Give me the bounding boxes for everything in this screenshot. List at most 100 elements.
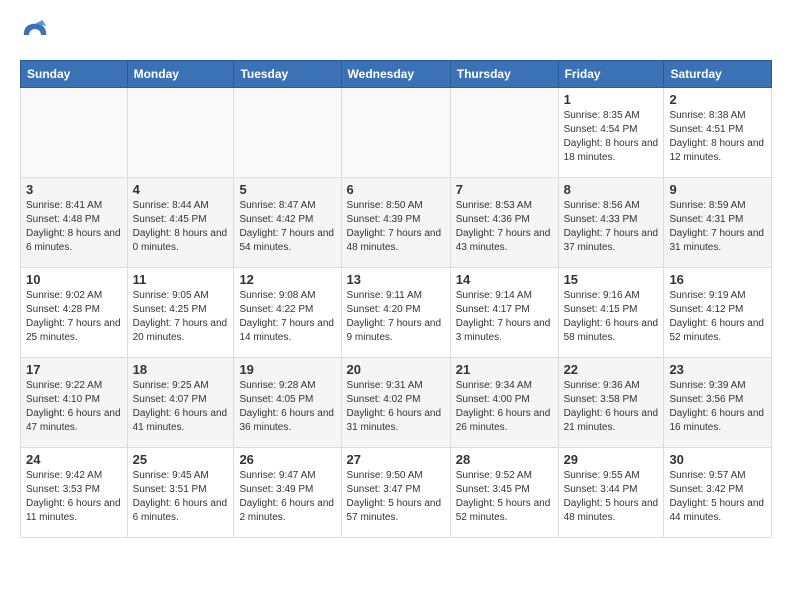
day-number: 17 <box>26 362 122 377</box>
calendar-cell: 20 Sunrise: 9:31 AMSunset: 4:02 PMDayligh… <box>341 358 450 448</box>
day-info: Sunrise: 9:22 AMSunset: 4:10 PMDaylight:… <box>26 379 122 435</box>
day-number: 5 <box>239 182 335 197</box>
day-number: 22 <box>564 362 659 377</box>
calendar-cell: 19 Sunrise: 9:28 AMSunset: 4:05 PMDayligh… <box>234 358 341 448</box>
calendar-cell: 27 Sunrise: 9:50 AMSunset: 3:47 PMDayligh… <box>341 448 450 538</box>
calendar-cell: 18Sunrise: 9:25 AMSunset: 4:07 PMDayligh… <box>127 358 234 448</box>
day-info: Sunrise: 9:02 AMSunset: 4:28 PMDaylight:… <box>26 289 122 345</box>
day-info: Sunrise: 9:45 AMSunset: 3:51 PMDaylight:… <box>133 469 229 525</box>
day-info: Sunrise: 9:57 AMSunset: 3:42 PMDaylight:… <box>669 469 766 525</box>
calendar-cell: 23 Sunrise: 9:39 AMSunset: 3:56 PMDayligh… <box>664 358 772 448</box>
day-info: Sunrise: 9:28 AMSunset: 4:05 PMDaylight:… <box>239 379 335 435</box>
calendar-cell <box>234 88 341 178</box>
day-info: Sunrise: 9:39 AMSunset: 3:56 PMDaylight:… <box>669 379 766 435</box>
day-number: 13 <box>347 272 445 287</box>
day-info: Sunrise: 9:34 AMSunset: 4:00 PMDaylight:… <box>456 379 553 435</box>
day-number: 25 <box>133 452 229 467</box>
day-number: 27 <box>347 452 445 467</box>
day-number: 7 <box>456 182 553 197</box>
calendar-cell: 1 Sunrise: 8:35 AMSunset: 4:54 PMDaylight… <box>558 88 664 178</box>
day-number: 24 <box>26 452 122 467</box>
calendar-cell: 24 Sunrise: 9:42 AMSunset: 3:53 PMDayligh… <box>21 448 128 538</box>
day-info: Sunrise: 9:42 AMSunset: 3:53 PMDaylight:… <box>26 469 122 525</box>
day-number: 12 <box>239 272 335 287</box>
calendar-cell: 13 Sunrise: 9:11 AMSunset: 4:20 PMDayligh… <box>341 268 450 358</box>
day-number: 28 <box>456 452 553 467</box>
calendar-cell: 17 Sunrise: 9:22 AMSunset: 4:10 PMDayligh… <box>21 358 128 448</box>
weekday-header: Thursday <box>450 61 558 88</box>
calendar-cell: 21 Sunrise: 9:34 AMSunset: 4:00 PMDayligh… <box>450 358 558 448</box>
day-number: 11 <box>133 272 229 287</box>
day-info: Sunrise: 9:14 AMSunset: 4:17 PMDaylight:… <box>456 289 553 345</box>
day-info: Sunrise: 9:11 AMSunset: 4:20 PMDaylight:… <box>347 289 445 345</box>
day-number: 18 <box>133 362 229 377</box>
calendar-cell: 22 Sunrise: 9:36 AMSunset: 3:58 PMDayligh… <box>558 358 664 448</box>
day-number: 6 <box>347 182 445 197</box>
calendar-cell: 8 Sunrise: 8:56 AMSunset: 4:33 PMDaylight… <box>558 178 664 268</box>
calendar-cell: 2Sunrise: 8:38 AMSunset: 4:51 PMDaylight… <box>664 88 772 178</box>
calendar-cell: 29 Sunrise: 9:55 AMSunset: 3:44 PMDayligh… <box>558 448 664 538</box>
day-info: Sunrise: 9:55 AMSunset: 3:44 PMDaylight:… <box>564 469 659 525</box>
calendar-week-row: 3 Sunrise: 8:41 AMSunset: 4:48 PMDaylight… <box>21 178 772 268</box>
page-header <box>20 20 772 50</box>
day-info: Sunrise: 8:41 AMSunset: 4:48 PMDaylight:… <box>26 199 122 255</box>
day-number: 9 <box>669 182 766 197</box>
day-number: 1 <box>564 92 659 107</box>
day-number: 16 <box>669 272 766 287</box>
day-info: Sunrise: 8:35 AMSunset: 4:54 PMDaylight:… <box>564 109 659 165</box>
day-info: Sunrise: 8:56 AMSunset: 4:33 PMDaylight:… <box>564 199 659 255</box>
day-number: 8 <box>564 182 659 197</box>
calendar-cell <box>450 88 558 178</box>
calendar-cell: 26 Sunrise: 9:47 AMSunset: 3:49 PMDayligh… <box>234 448 341 538</box>
day-number: 29 <box>564 452 659 467</box>
calendar-cell: 12Sunrise: 9:08 AMSunset: 4:22 PMDayligh… <box>234 268 341 358</box>
day-number: 3 <box>26 182 122 197</box>
calendar-table: SundayMondayTuesdayWednesdayThursdayFrid… <box>20 60 772 538</box>
day-number: 2 <box>669 92 766 107</box>
calendar-week-row: 1 Sunrise: 8:35 AMSunset: 4:54 PMDaylight… <box>21 88 772 178</box>
day-number: 15 <box>564 272 659 287</box>
weekday-header: Sunday <box>21 61 128 88</box>
day-info: Sunrise: 9:52 AMSunset: 3:45 PMDaylight:… <box>456 469 553 525</box>
calendar-cell: 30 Sunrise: 9:57 AMSunset: 3:42 PMDayligh… <box>664 448 772 538</box>
calendar-cell: 15 Sunrise: 9:16 AMSunset: 4:15 PMDayligh… <box>558 268 664 358</box>
calendar-cell <box>127 88 234 178</box>
calendar-cell: 14 Sunrise: 9:14 AMSunset: 4:17 PMDayligh… <box>450 268 558 358</box>
calendar-cell <box>341 88 450 178</box>
day-info: Sunrise: 9:16 AMSunset: 4:15 PMDaylight:… <box>564 289 659 345</box>
day-info: Sunrise: 9:36 AMSunset: 3:58 PMDaylight:… <box>564 379 659 435</box>
weekday-header: Saturday <box>664 61 772 88</box>
calendar-cell: 16Sunrise: 9:19 AMSunset: 4:12 PMDayligh… <box>664 268 772 358</box>
day-info: Sunrise: 8:53 AMSunset: 4:36 PMDaylight:… <box>456 199 553 255</box>
day-info: Sunrise: 9:05 AMSunset: 4:25 PMDaylight:… <box>133 289 229 345</box>
calendar-cell: 4Sunrise: 8:44 AMSunset: 4:45 PMDaylight… <box>127 178 234 268</box>
day-info: Sunrise: 9:47 AMSunset: 3:49 PMDaylight:… <box>239 469 335 525</box>
calendar-cell: 3 Sunrise: 8:41 AMSunset: 4:48 PMDaylight… <box>21 178 128 268</box>
logo-icon <box>20 20 50 50</box>
weekday-header: Tuesday <box>234 61 341 88</box>
day-info: Sunrise: 9:31 AMSunset: 4:02 PMDaylight:… <box>347 379 445 435</box>
weekday-header: Friday <box>558 61 664 88</box>
day-info: Sunrise: 9:50 AMSunset: 3:47 PMDaylight:… <box>347 469 445 525</box>
day-number: 10 <box>26 272 122 287</box>
day-number: 23 <box>669 362 766 377</box>
weekday-header: Wednesday <box>341 61 450 88</box>
calendar-cell: 10 Sunrise: 9:02 AMSunset: 4:28 PMDayligh… <box>21 268 128 358</box>
calendar-header-row: SundayMondayTuesdayWednesdayThursdayFrid… <box>21 61 772 88</box>
day-info: Sunrise: 8:50 AMSunset: 4:39 PMDaylight:… <box>347 199 445 255</box>
calendar-cell: 9 Sunrise: 8:59 AMSunset: 4:31 PMDaylight… <box>664 178 772 268</box>
calendar-cell: 7 Sunrise: 8:53 AMSunset: 4:36 PMDaylight… <box>450 178 558 268</box>
day-number: 26 <box>239 452 335 467</box>
day-number: 21 <box>456 362 553 377</box>
day-number: 19 <box>239 362 335 377</box>
logo <box>20 20 54 50</box>
calendar-cell: 6 Sunrise: 8:50 AMSunset: 4:39 PMDaylight… <box>341 178 450 268</box>
day-number: 14 <box>456 272 553 287</box>
calendar-cell <box>21 88 128 178</box>
calendar-week-row: 10 Sunrise: 9:02 AMSunset: 4:28 PMDayligh… <box>21 268 772 358</box>
day-number: 20 <box>347 362 445 377</box>
calendar-cell: 25 Sunrise: 9:45 AMSunset: 3:51 PMDayligh… <box>127 448 234 538</box>
day-number: 30 <box>669 452 766 467</box>
day-info: Sunrise: 8:59 AMSunset: 4:31 PMDaylight:… <box>669 199 766 255</box>
day-info: Sunrise: 8:47 AMSunset: 4:42 PMDaylight:… <box>239 199 335 255</box>
